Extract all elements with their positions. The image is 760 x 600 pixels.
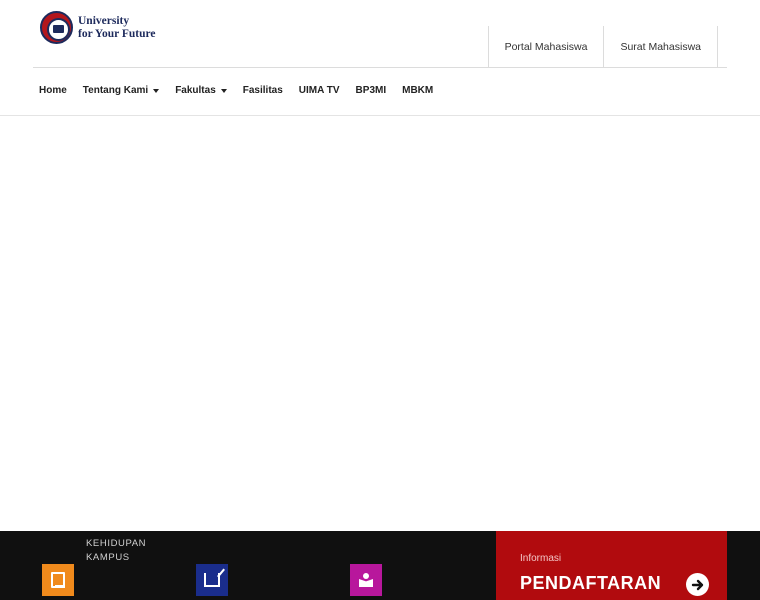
registration-panel[interactable]: Informasi PENDAFTARAN <box>496 531 727 600</box>
nav-label: Fasilitas <box>242 85 283 96</box>
surat-mahasiswa-link[interactable]: Surat Mahasiswa <box>603 26 718 68</box>
site-logo[interactable]: University for Your Future <box>40 11 156 44</box>
nav-item-home[interactable]: Home <box>39 84 67 98</box>
nav-label: UIMA TV <box>298 85 340 96</box>
top-links: Portal Mahasiswa Surat Mahasiswa <box>487 26 718 68</box>
caret-down-icon <box>153 89 160 93</box>
nav-label: Tentang Kami <box>82 85 149 96</box>
nav-label: Fakultas <box>175 85 216 96</box>
campus-life-label: KEHIDUPAN KAMPUS <box>86 538 147 563</box>
nav-label: MBKM <box>402 85 434 96</box>
registration-info-label: Informasi <box>520 553 562 564</box>
logo-line-2: for Your Future <box>78 27 156 40</box>
registration-title: PENDAFTARAN <box>520 573 662 593</box>
reader-icon <box>358 573 374 587</box>
caret-down-icon <box>220 89 227 93</box>
edit-icon <box>204 573 220 587</box>
nav-item-fasilitas[interactable]: Fasilitas <box>243 84 283 98</box>
nav-label: Home <box>39 85 67 96</box>
arrow-right-circle-icon <box>686 573 709 596</box>
nav-item-uima-tv[interactable]: UIMA TV <box>299 84 340 98</box>
university-seal-icon <box>40 11 73 44</box>
campus-tile-book[interactable] <box>42 564 74 596</box>
nav-item-tentang-kami[interactable]: Tentang Kami <box>82 84 160 98</box>
nav-item-fakultas[interactable]: Fakultas <box>175 84 227 98</box>
main-nav: Home Tentang Kami Fakultas Fasilitas UIM… <box>39 84 433 98</box>
campus-tile-reader[interactable] <box>350 564 382 596</box>
portal-mahasiswa-link[interactable]: Portal Mahasiswa <box>487 26 604 68</box>
campus-tile-edit[interactable] <box>196 564 228 596</box>
nav-item-mbkm[interactable]: MBKM <box>402 84 433 98</box>
nav-item-bp3mi[interactable]: BP3MI <box>356 84 387 98</box>
book-icon <box>51 572 65 588</box>
logo-text: University for Your Future <box>78 15 156 41</box>
logo-line-1: University <box>78 14 130 27</box>
header-divider <box>33 67 727 68</box>
nav-label: BP3MI <box>355 85 387 96</box>
hero-area <box>0 116 760 531</box>
